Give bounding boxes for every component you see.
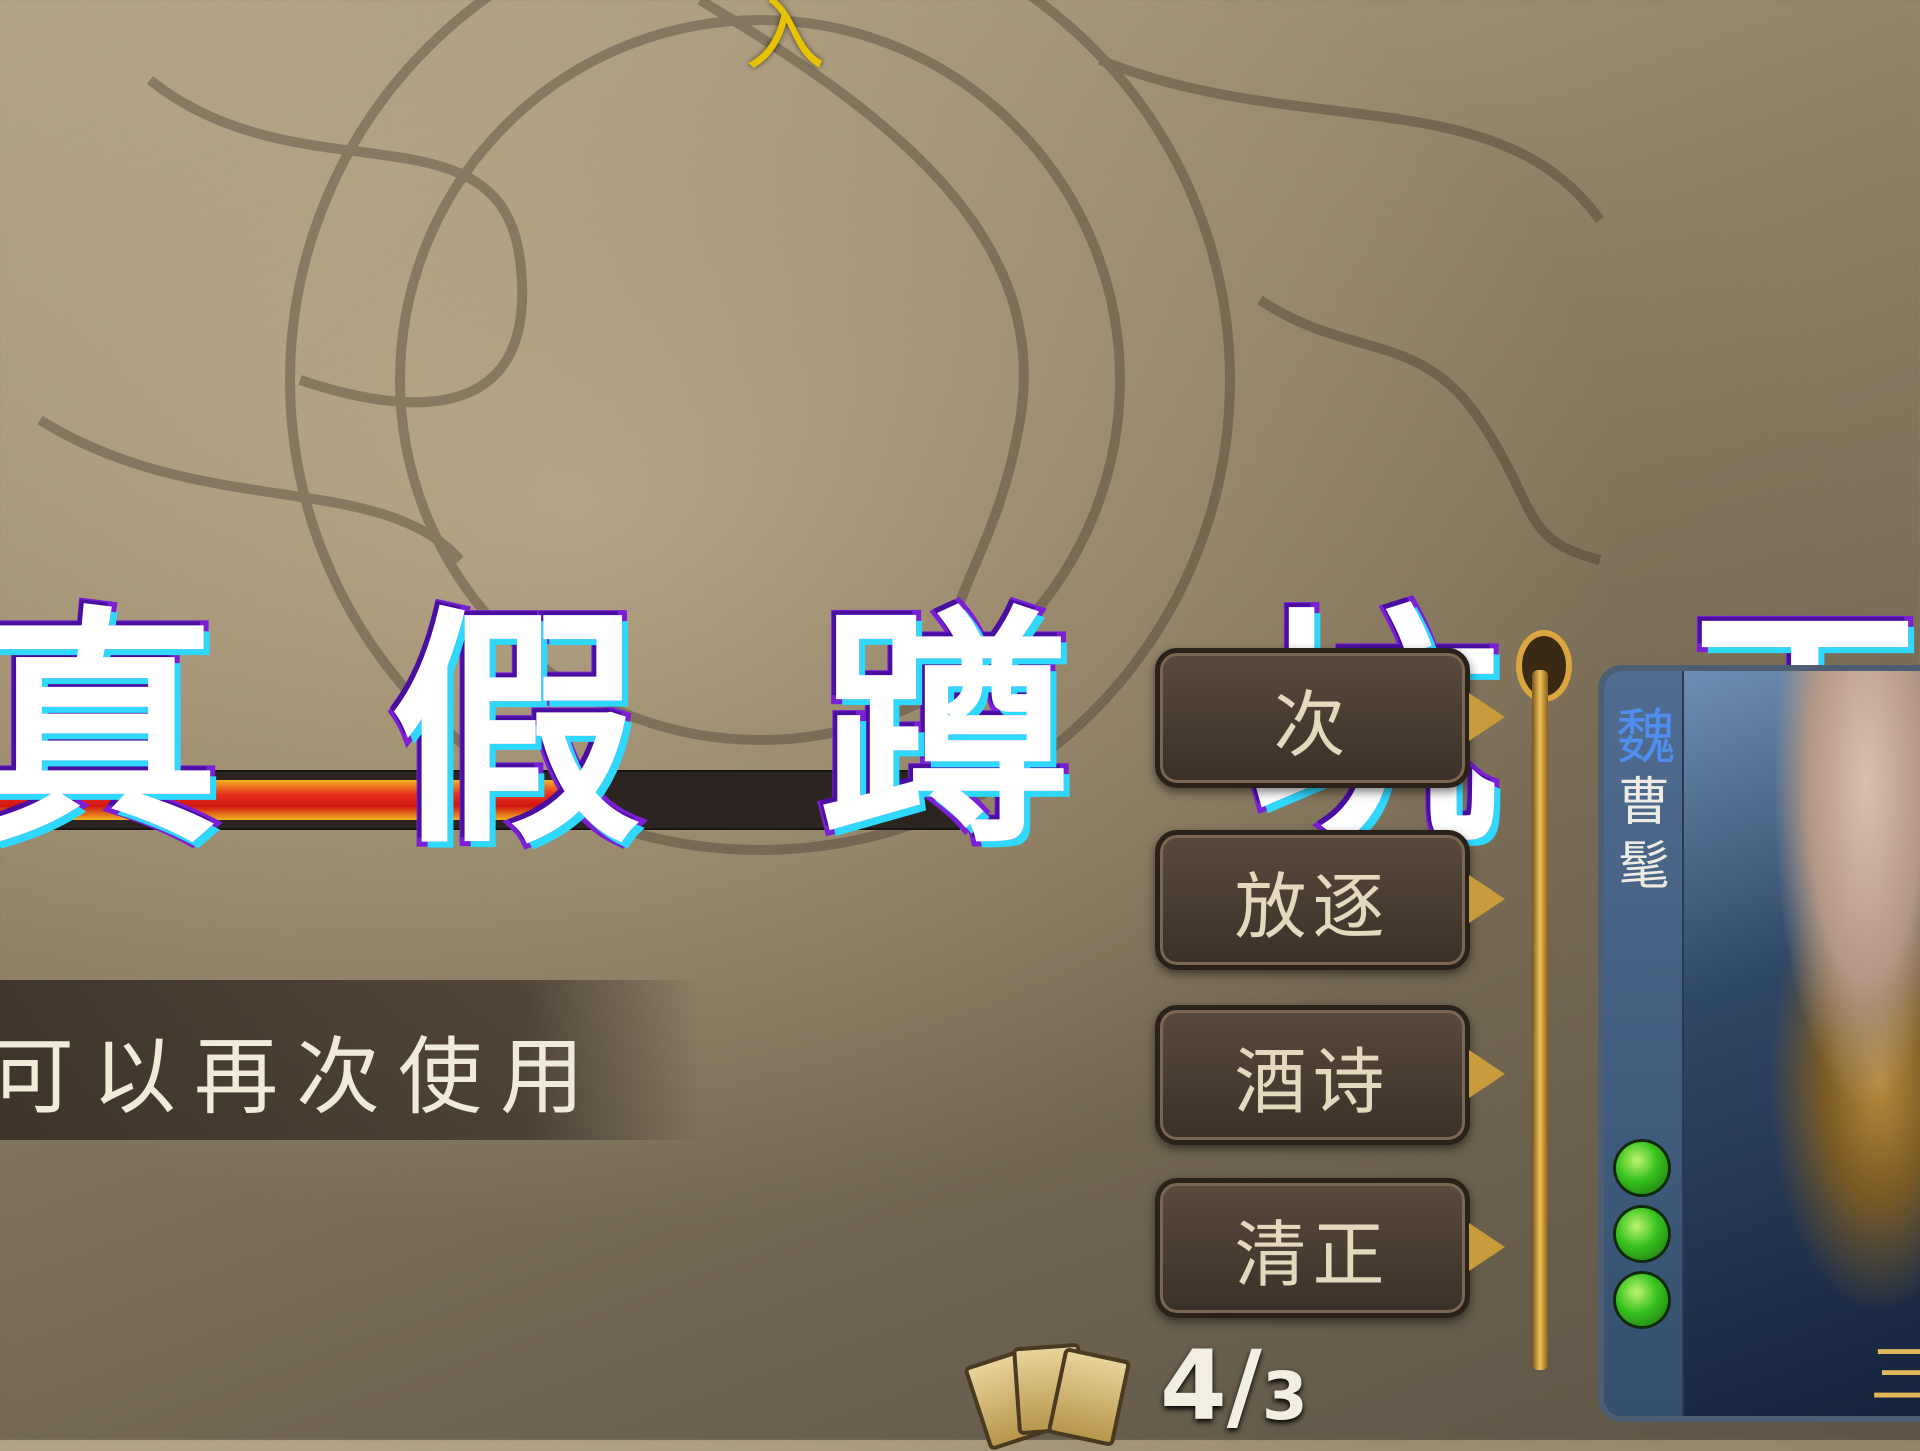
kingdom-label: 魏 (1616, 703, 1676, 773)
skill-button-qingzheng[interactable]: 清正 (1155, 1178, 1505, 1318)
skill-button-1[interactable]: 次 (1155, 648, 1505, 788)
skill-label-2: 放逐 (1234, 864, 1391, 949)
hp-magatama-icon (1616, 1274, 1668, 1326)
hp-magatama-icon (1616, 1142, 1668, 1194)
skill-button-jiushi[interactable]: 酒诗 (1155, 1005, 1505, 1145)
title-char-3: 蹲 (815, 583, 1075, 877)
skill-label-3: 酒诗 (1234, 1039, 1391, 1124)
skill-button-fangzhu[interactable]: 放逐 (1155, 830, 1505, 970)
sword-ornament-icon (1510, 600, 1572, 1390)
skill-arrow-icon (1469, 693, 1505, 741)
card-corner-glyph: 三 (1870, 1324, 1920, 1416)
sword-blade (1532, 670, 1548, 1370)
general-card[interactable]: 魏 曹髦 三 (1598, 665, 1920, 1422)
hand-count-separator: / (1226, 1330, 1262, 1442)
general-name: 曹髦 (1618, 773, 1671, 897)
hand-limit: 3 (1261, 1358, 1308, 1435)
hp-magatama-icon (1616, 1208, 1668, 1260)
skill-label-4: 清正 (1234, 1212, 1391, 1297)
title-char-1: 真 (0, 583, 225, 877)
skill-arrow-icon (1469, 875, 1505, 923)
hand-count-current: 4 (1160, 1330, 1227, 1442)
turn-indicator-glyph: 入 (745, 0, 825, 81)
hand-count: 4/3 (1160, 1330, 1308, 1442)
hp-indicator (1616, 1128, 1668, 1326)
title-char-2: 假 (385, 583, 645, 877)
hint-text: 可以再次使用 (0, 1028, 603, 1126)
skill-arrow-icon (1469, 1050, 1505, 1098)
general-portrait (1684, 671, 1920, 1416)
skill-label-1: 次 (1273, 682, 1352, 767)
skill-arrow-icon (1469, 1223, 1505, 1271)
